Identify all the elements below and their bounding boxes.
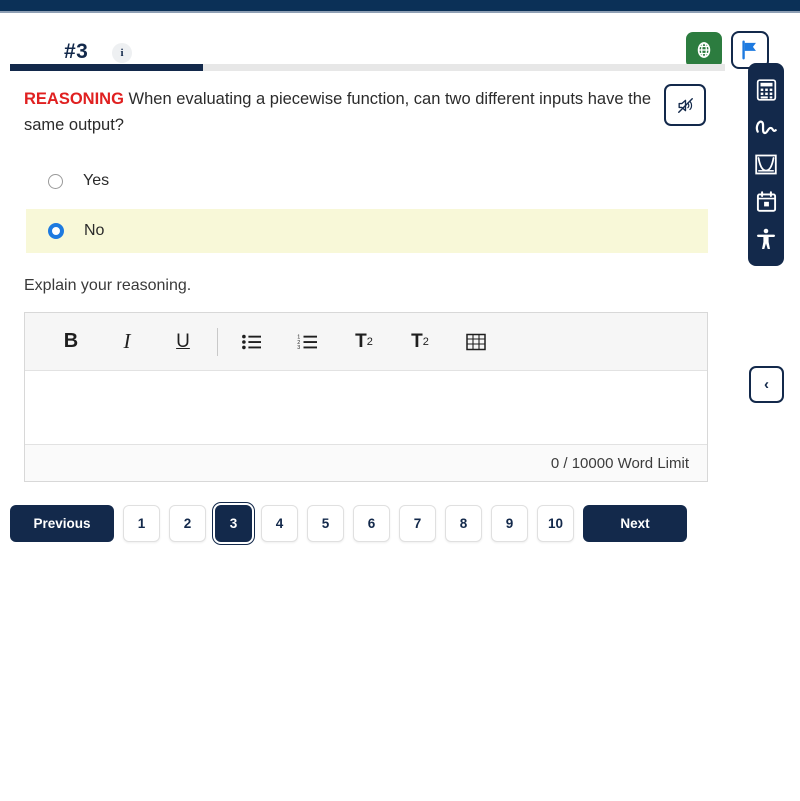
svg-text:3: 3: [297, 345, 300, 351]
flag-icon: [742, 40, 756, 60]
table-icon: [466, 333, 486, 350]
next-button[interactable]: Next: [583, 505, 687, 542]
calculator-tool[interactable]: [753, 77, 779, 103]
page-button-10[interactable]: 10: [537, 505, 574, 542]
editor-text-area[interactable]: [25, 371, 707, 444]
word-counter: 0 / 10000 Word Limit: [25, 444, 707, 481]
reasoning-tag: REASONING: [24, 90, 124, 108]
option-label-no: No: [84, 222, 105, 239]
page-button-5[interactable]: 5: [307, 505, 344, 542]
rich-text-editor: B I U 1 2 3 T 2 T 2 0 / 10000 Word Limit: [24, 312, 708, 482]
option-no[interactable]: No: [26, 209, 708, 253]
radio-yes[interactable]: [48, 173, 63, 189]
numbered-list-icon: 1 2 3: [297, 334, 317, 351]
progress-bar-track: [10, 64, 725, 71]
previous-button[interactable]: Previous: [10, 505, 114, 542]
question-text: REASONING When evaluating a piecewise fu…: [24, 86, 654, 138]
assessment-page: #3 i REASONING When evaluating a piecewi…: [0, 0, 800, 801]
info-icon[interactable]: i: [112, 43, 132, 63]
page-button-1[interactable]: 1: [123, 505, 160, 542]
subscript-button[interactable]: T2: [398, 322, 442, 362]
top-navy-bar: [0, 0, 800, 11]
globe-icon: [697, 42, 711, 58]
collapse-rail-button[interactable]: ‹: [749, 366, 784, 403]
page-button-2[interactable]: 2: [169, 505, 206, 542]
page-button-3[interactable]: 3: [215, 505, 252, 542]
underline-button[interactable]: U: [161, 322, 205, 362]
graph-tool[interactable]: [753, 151, 779, 177]
radio-no[interactable]: [48, 223, 64, 239]
speaker-mute-icon: [677, 97, 693, 113]
page-title: #3: [64, 40, 89, 63]
page-button-4[interactable]: 4: [261, 505, 298, 542]
tool-rail: [748, 63, 784, 266]
table-button[interactable]: [454, 322, 498, 362]
page-button-6[interactable]: 6: [353, 505, 390, 542]
progress-bar-fill: [10, 64, 204, 71]
bold-button[interactable]: B: [49, 322, 93, 362]
pagination: Previous 1 2 3 4 5 6 7 8 9 10 Next: [10, 505, 687, 542]
globe-button[interactable]: [686, 32, 722, 68]
editor-toolbar: B I U 1 2 3 T 2 T 2: [25, 313, 707, 371]
notes-tool[interactable]: [753, 189, 779, 215]
calculator-icon: [756, 79, 776, 101]
page-button-9[interactable]: 9: [491, 505, 528, 542]
superscript-button[interactable]: T2: [342, 322, 386, 362]
bullet-list-icon: [242, 334, 261, 349]
option-yes[interactable]: Yes: [26, 159, 708, 203]
question-header: #3 i: [0, 13, 800, 69]
question-body: REASONING When evaluating a piecewise fu…: [24, 86, 654, 138]
calendar-icon: [756, 191, 776, 212]
accessibility-tool[interactable]: [753, 226, 779, 252]
toolbar-divider: [217, 327, 218, 356]
audio-mute-button[interactable]: [664, 84, 706, 126]
scribble-icon: [755, 120, 777, 135]
scribble-tool[interactable]: [753, 114, 779, 140]
italic-button[interactable]: I: [105, 322, 149, 362]
page-button-7[interactable]: 7: [399, 505, 436, 542]
bullet-list-button[interactable]: [230, 322, 274, 362]
accessibility-icon: [757, 228, 775, 250]
option-label-yes: Yes: [83, 172, 110, 189]
explain-label: Explain your reasoning.: [24, 277, 192, 294]
numbered-list-button[interactable]: 1 2 3: [286, 322, 330, 362]
graph-icon: [755, 154, 777, 175]
page-button-8[interactable]: 8: [445, 505, 482, 542]
